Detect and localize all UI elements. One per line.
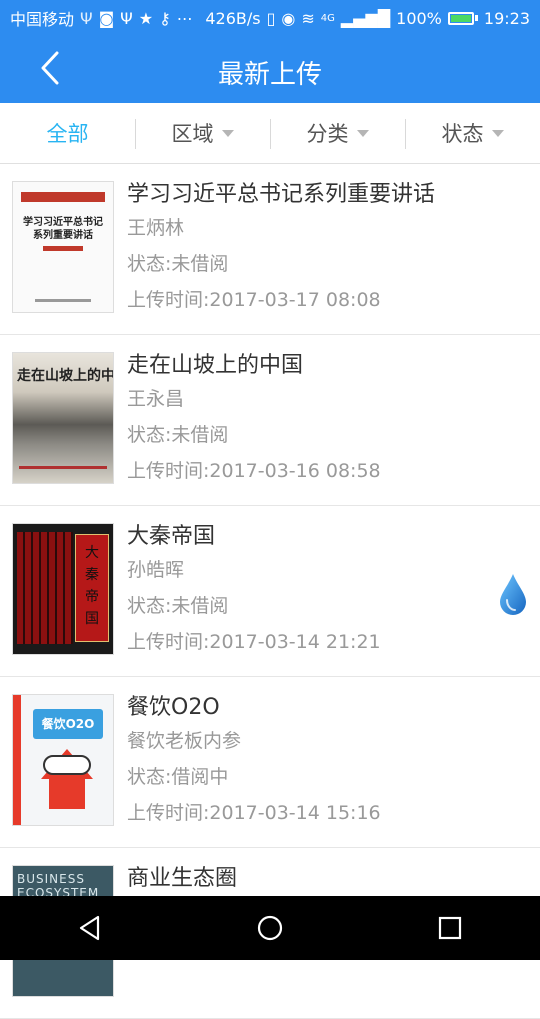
status-bar: 中国移动 Ψ ◙ Ψ ★ ⚷ ⋯ 426B/s ▯ ◉ ≋ 4G ▂▄▆█ 10… bbox=[0, 0, 540, 36]
carrier-label: 中国移动 bbox=[10, 10, 75, 29]
book-cover: 学习习近平总书记 系列重要讲话 bbox=[12, 181, 114, 313]
book-title: 走在山坡上的中国 bbox=[127, 353, 304, 378]
filter-bar: 全部 区域 分类 状态 bbox=[0, 103, 540, 164]
eye-icon: ◉ bbox=[281, 8, 296, 28]
page-title: 最新上传 bbox=[217, 60, 322, 90]
system-nav-bar bbox=[0, 896, 540, 960]
book-status: 状态:借阅中 bbox=[127, 766, 229, 788]
filter-label: 全部 bbox=[46, 122, 89, 146]
book-status: 状态:未借阅 bbox=[127, 424, 229, 446]
filter-all[interactable]: 全部 bbox=[0, 103, 135, 163]
filter-label: 区域 bbox=[171, 122, 214, 146]
nav-recents-button[interactable] bbox=[420, 898, 480, 958]
square-recents-icon bbox=[438, 916, 462, 940]
filter-status[interactable]: 状态 bbox=[405, 103, 540, 163]
network-type: 4G bbox=[320, 12, 335, 24]
cover-title: 走在山坡上的中国 bbox=[17, 368, 114, 384]
cover-title: 大秦帝国 bbox=[85, 545, 99, 627]
water-drop-icon[interactable] bbox=[498, 572, 528, 616]
cover-title: 餐饮O2O bbox=[41, 717, 95, 731]
clock: 19:23 bbox=[483, 8, 530, 28]
cover-title: 学习习近平总书记 系列重要讲话 bbox=[23, 217, 103, 241]
book-status: 状态:未借阅 bbox=[127, 253, 229, 275]
book-author: 王永昌 bbox=[127, 388, 185, 410]
book-author: 孙皓晖 bbox=[127, 559, 185, 581]
book-author: 餐饮老板内参 bbox=[127, 730, 242, 752]
more-icon: ⋯ bbox=[176, 8, 193, 28]
app-header: 最新上传 bbox=[0, 36, 540, 103]
upload-time: 上传时间:2017-03-14 15:16 bbox=[127, 802, 381, 824]
battery-percent: 100% bbox=[396, 8, 442, 28]
book-author: 王炳林 bbox=[127, 217, 185, 239]
key-icon: ⚷ bbox=[159, 8, 171, 28]
upload-time: 上传时间:2017-03-14 21:21 bbox=[127, 631, 381, 653]
usb-icon: Ψ bbox=[80, 8, 93, 28]
nav-back-button[interactable] bbox=[60, 898, 120, 958]
signal-icon: ▂▄▆█ bbox=[340, 8, 391, 28]
caret-down-icon bbox=[491, 129, 504, 137]
shield-icon: ◙ bbox=[98, 8, 115, 28]
filter-label: 分类 bbox=[306, 122, 349, 146]
upload-time: 上传时间:2017-03-17 08:08 bbox=[127, 289, 381, 311]
book-title: 餐饮O2O bbox=[127, 695, 220, 720]
wifi-icon: ≋ bbox=[301, 8, 315, 28]
triangle-back-icon bbox=[79, 915, 100, 941]
vibrate-icon: ▯ bbox=[266, 8, 276, 28]
book-item[interactable]: 学习习近平总书记 系列重要讲话 学习习近平总书记系列重要讲话 王炳林 状态:未借… bbox=[0, 164, 540, 335]
star-icon: ★ bbox=[138, 8, 154, 28]
circle-home-icon bbox=[257, 915, 283, 941]
book-title: 商业生态圈 bbox=[127, 866, 238, 891]
book-item[interactable]: 餐饮O2O 餐饮O2O 餐饮老板内参 状态:借阅中 上传时间:2017-03-1… bbox=[0, 677, 540, 848]
filter-region[interactable]: 区域 bbox=[135, 103, 270, 163]
filter-category[interactable]: 分类 bbox=[270, 103, 405, 163]
book-list: 学习习近平总书记 系列重要讲话 学习习近平总书记系列重要讲话 王炳林 状态:未借… bbox=[0, 164, 540, 1019]
book-cover: 走在山坡上的中国 bbox=[12, 352, 114, 484]
net-speed: 426B/s bbox=[205, 8, 261, 28]
caret-down-icon bbox=[356, 129, 369, 137]
book-item[interactable]: 大秦帝国 大秦帝国 孙皓晖 状态:未借阅 上传时间:2017-03-14 21:… bbox=[0, 506, 540, 677]
book-item[interactable]: 走在山坡上的中国 走在山坡上的中国 王永昌 状态:未借阅 上传时间:2017-0… bbox=[0, 335, 540, 506]
book-title: 学习习近平总书记系列重要讲话 bbox=[127, 182, 436, 207]
nav-home-button[interactable] bbox=[240, 898, 300, 958]
usb-debug-icon: Ψ bbox=[120, 8, 133, 28]
book-cover: 大秦帝国 bbox=[12, 523, 114, 655]
upload-time: 上传时间:2017-03-16 08:58 bbox=[127, 460, 381, 482]
battery-icon bbox=[447, 11, 478, 25]
book-status: 状态:未借阅 bbox=[127, 595, 229, 617]
book-cover: 餐饮O2O bbox=[12, 694, 114, 826]
caret-down-icon bbox=[221, 129, 234, 137]
filter-label: 状态 bbox=[441, 122, 484, 146]
book-title: 大秦帝国 bbox=[127, 524, 216, 549]
